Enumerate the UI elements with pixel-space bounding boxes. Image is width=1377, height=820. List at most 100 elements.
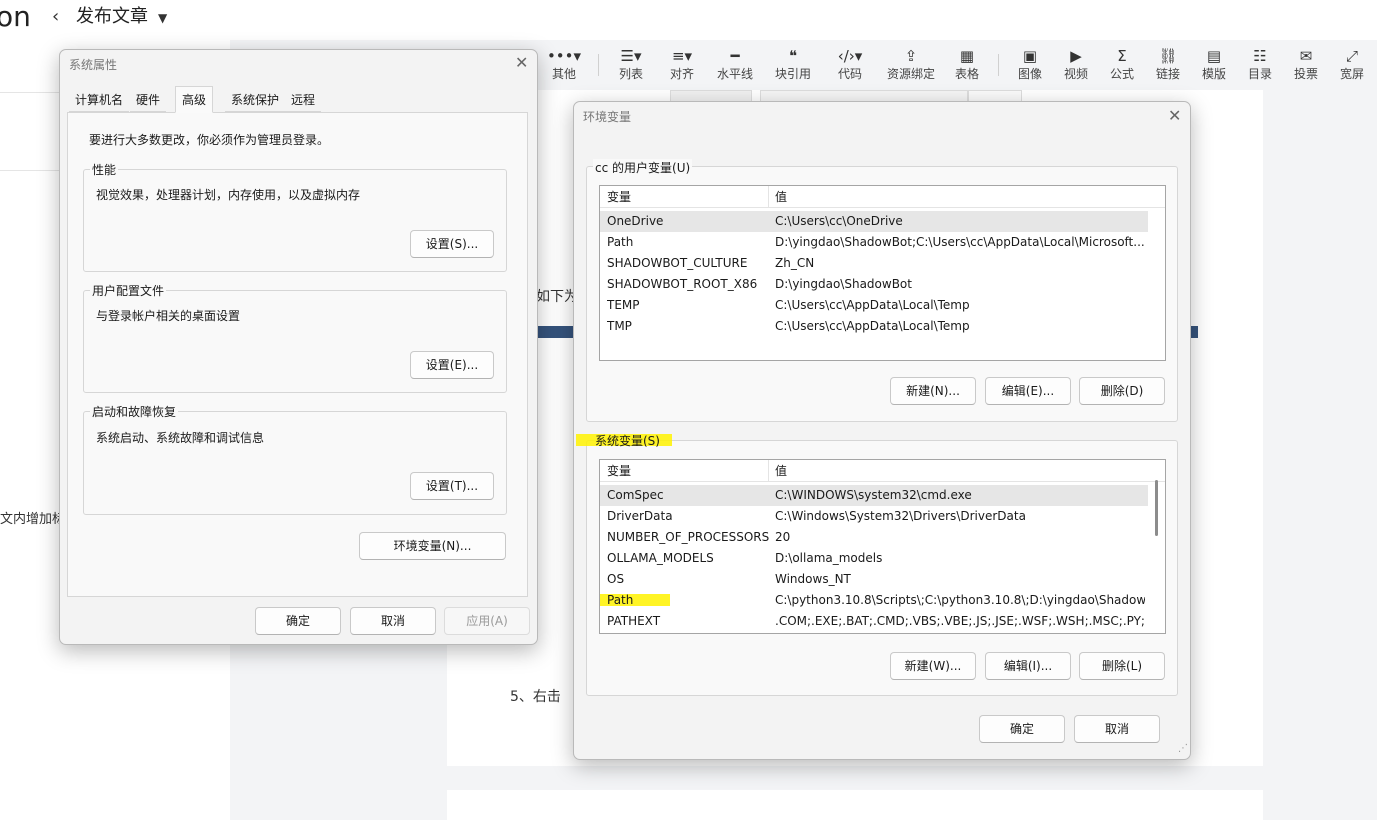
env-cancel-button[interactable]: 取消 — [1074, 715, 1160, 743]
system-new-button[interactable]: 新建(W)... — [890, 652, 976, 680]
close-icon[interactable]: ✕ — [515, 55, 528, 71]
cancel-button[interactable]: 取消 — [350, 607, 436, 635]
user-var-row[interactable]: SHADOWBOT_ROOT_X86 D:\yingdao\ShadowBot — [600, 274, 1148, 295]
column-header-variable[interactable]: 变量 — [607, 186, 631, 208]
system-var-row[interactable]: Path C:\python3.10.8\Scripts\;C:\python3… — [600, 590, 1148, 611]
tab-hardware[interactable]: 硬件 — [130, 88, 167, 112]
toolbar-label: 列表 — [618, 67, 643, 81]
user-var-row[interactable]: OneDrive C:\Users\cc\OneDrive — [600, 211, 1148, 232]
var-name: ComSpec — [607, 488, 664, 502]
column-header-variable[interactable]: 变量 — [607, 460, 631, 482]
system-edit-button[interactable]: 编辑(I)... — [985, 652, 1071, 680]
system-var-row[interactable]: OS Windows_NT — [600, 569, 1148, 590]
group-description: 视觉效果，处理器计划，内存使用，以及虚拟内存 — [96, 188, 361, 202]
toolbar-label: 视频 — [1063, 67, 1088, 81]
tab-system-protection[interactable]: 系统保护 — [225, 88, 286, 112]
toolbar-video-button[interactable]: ▶ 视频 — [1053, 46, 1099, 82]
toolbar-more-button[interactable]: •••▾ 其他 — [541, 46, 587, 82]
group-label: 性能 — [90, 161, 119, 178]
toolbar-image-button[interactable]: ▣ 图像 — [1007, 46, 1053, 82]
var-value: C:\Users\cc\OneDrive — [775, 214, 903, 228]
var-name: Path — [607, 235, 634, 249]
group-label: cc 的用户变量(U) — [593, 159, 693, 176]
performance-settings-button[interactable]: 设置(S)... — [410, 230, 494, 258]
system-var-row[interactable]: ComSpec C:\WINDOWS\system32\cmd.exe — [600, 485, 1148, 506]
var-name: OS — [607, 572, 625, 586]
column-divider[interactable] — [768, 186, 769, 208]
user-var-row[interactable]: SHADOWBOT_CULTURE Zh_CN — [600, 253, 1148, 274]
toolbar-hr-button[interactable]: ━ 水平线 — [712, 46, 758, 82]
resource-icon: ⇪ — [904, 47, 918, 65]
column-divider[interactable] — [768, 460, 769, 482]
title-dropdown-icon[interactable]: ▼ — [158, 9, 167, 27]
user-new-button[interactable]: 新建(N)... — [890, 377, 976, 405]
article-text: 如下为 — [536, 289, 578, 305]
hr-icon: ━ — [730, 47, 740, 65]
article-text: 5、右击 — [510, 689, 561, 705]
toolbar-label: 投票 — [1293, 67, 1318, 81]
ok-button[interactable]: 确定 — [255, 607, 341, 635]
system-var-row[interactable]: OLLAMA_MODELS D:\ollama_models — [600, 548, 1148, 569]
toolbar-label: 对齐 — [669, 67, 694, 81]
resize-grip-icon[interactable]: ⋰ — [1178, 744, 1188, 754]
tab-computer-name[interactable]: 计算机名 — [69, 88, 130, 112]
list-header: 变量 值 — [600, 460, 1165, 482]
dialog-title: 环境变量 — [583, 110, 632, 124]
var-name: OLLAMA_MODELS — [607, 551, 714, 565]
system-var-row[interactable]: PATHEXT .COM;.EXE;.BAT;.CMD;.VBS;.VBE;.J… — [600, 611, 1148, 632]
user-profiles-settings-button[interactable]: 设置(E)... — [410, 351, 494, 379]
scrollbar-thumb[interactable] — [1155, 480, 1158, 536]
toolbar-align-button[interactable]: ≡▾ 对齐 — [659, 46, 705, 82]
system-var-row[interactable]: DriverData C:\Windows\System32\Drivers\D… — [600, 506, 1148, 527]
column-header-value[interactable]: 值 — [775, 460, 787, 482]
widescreen-icon: ⤢ — [1345, 47, 1358, 65]
align-icon: ≡▾ — [671, 47, 693, 65]
toolbar-label: 水平线 — [716, 67, 753, 81]
tab-remote[interactable]: 远程 — [285, 88, 322, 112]
apply-button[interactable]: 应用(A) — [444, 607, 530, 635]
toolbar-code-button[interactable]: ‹/›▾ 代码 — [827, 46, 873, 82]
user-variables-list[interactable]: 变量 值 OneDrive C:\Users\cc\OneDrive Path … — [599, 185, 1166, 361]
env-ok-button[interactable]: 确定 — [979, 715, 1065, 743]
user-var-row[interactable]: TMP C:\Users\cc\AppData\Local\Temp — [600, 316, 1148, 337]
toolbar-label: 公式 — [1109, 67, 1134, 81]
toolbar-vote-button[interactable]: ✉ 投票 — [1283, 46, 1329, 82]
site-logo[interactable]: on — [0, 0, 31, 34]
var-name: PATHEXT — [607, 614, 661, 628]
user-edit-button[interactable]: 编辑(E)... — [985, 377, 1071, 405]
column-header-value[interactable]: 值 — [775, 186, 787, 208]
formula-icon: Σ — [1117, 47, 1127, 65]
system-variables-list[interactable]: 变量 值 ComSpec C:\WINDOWS\system32\cmd.exe… — [599, 459, 1166, 634]
var-value: .COM;.EXE;.BAT;.CMD;.VBS;.VBE;.JS;.JSE;.… — [775, 614, 1145, 628]
toolbar-template-button[interactable]: ▤ 模版 — [1191, 46, 1237, 82]
var-value: D:\ollama_models — [775, 551, 883, 565]
back-chevron-icon[interactable]: ‹ — [52, 6, 59, 28]
close-icon[interactable]: ✕ — [1168, 108, 1181, 124]
system-delete-button[interactable]: 删除(L) — [1079, 652, 1165, 680]
toolbar-label: 目录 — [1247, 67, 1272, 81]
toolbar-label: 链接 — [1155, 67, 1180, 81]
user-var-row[interactable]: Path D:\yingdao\ShadowBot;C:\Users\cc\Ap… — [600, 232, 1148, 253]
system-var-row[interactable]: NUMBER_OF_PROCESSORS 20 — [600, 527, 1148, 548]
toolbar-list-button[interactable]: ☰▾ 列表 — [608, 46, 654, 82]
vote-icon: ✉ — [1299, 47, 1313, 65]
toolbar-resource-button[interactable]: ⇪ 资源绑定 — [884, 46, 938, 82]
toolbar-link-button[interactable]: ⛓ 链接 — [1145, 46, 1191, 82]
toolbar-table-button[interactable]: ▦ 表格 — [944, 46, 990, 82]
toolbar-label: 资源绑定 — [886, 67, 935, 81]
tab-advanced[interactable]: 高级 — [175, 86, 214, 113]
toolbar-formula-button[interactable]: Σ 公式 — [1099, 46, 1145, 82]
toolbar-divider — [998, 54, 999, 76]
group-label: 启动和故障恢复 — [90, 403, 179, 420]
left-snippet-text: 文内增加标 — [0, 512, 66, 527]
toolbar-quote-button[interactable]: ❝ 块引用 — [770, 46, 816, 82]
var-value: C:\python3.10.8\Scripts\;C:\python3.10.8… — [775, 593, 1145, 607]
startup-settings-button[interactable]: 设置(T)... — [410, 472, 494, 500]
toolbar-widescreen-button[interactable]: ⤢ 宽屏 — [1329, 46, 1375, 82]
video-icon: ▶ — [1070, 47, 1082, 65]
user-var-row[interactable]: TEMP C:\Users\cc\AppData\Local\Temp — [600, 295, 1148, 316]
environment-variables-button[interactable]: 环境变量(N)... — [359, 532, 506, 560]
toolbar-toc-button[interactable]: ☷ 目录 — [1237, 46, 1283, 82]
var-value: C:\Users\cc\AppData\Local\Temp — [775, 298, 970, 312]
user-delete-button[interactable]: 删除(D) — [1079, 377, 1165, 405]
